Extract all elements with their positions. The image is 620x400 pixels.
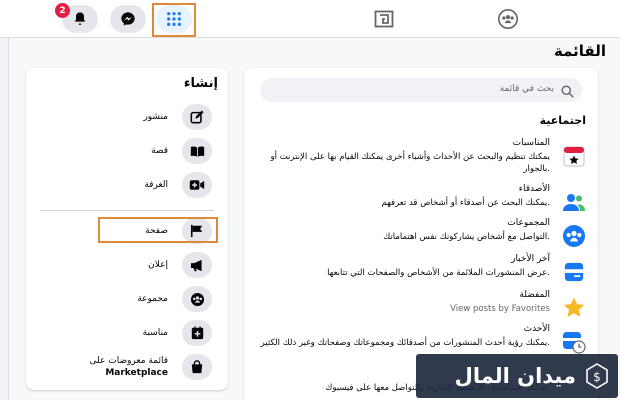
list-item-groups[interactable]: المجموعات التواصل مع أشخاص يشاركونك نفس … (244, 218, 598, 252)
watermark: $ ميدان المال (416, 354, 618, 398)
social-section-title: اجتماعية (539, 114, 586, 127)
friends-icon-wrap (560, 188, 588, 216)
create-title: إنشاء (183, 76, 218, 91)
create-room-label: الغرفة (144, 180, 168, 190)
create-group-icon-wrap (182, 286, 212, 312)
megaphone-icon (190, 259, 202, 271)
create-ad-label: إعلان (148, 260, 168, 270)
messenger-icon (121, 12, 135, 26)
list-item-events[interactable]: المناسبات يمكنك تنظيم والبحث عن الأحداث … (244, 138, 598, 182)
create-story-label: قصة (151, 146, 168, 156)
create-event-icon-wrap (182, 320, 212, 346)
menu-search-input[interactable]: بحث في قائمة (260, 78, 582, 102)
favorites-description: View posts by Favorites (450, 304, 550, 314)
menu-button-highlight (152, 3, 196, 37)
list-item-favorites[interactable]: المفضلة View posts by Favorites (244, 290, 598, 322)
list-item-news-feed[interactable]: آخر الأخبار عرض المنشورات الملائمة من ال… (244, 254, 598, 288)
favorites-title: المفضلة (519, 290, 550, 300)
video-plus-icon (189, 180, 205, 190)
news-feed-description: عرض المنشورات الملائمة من الأشخاص والصفح… (327, 268, 550, 278)
groups-title: المجموعات (507, 218, 550, 228)
create-group-item[interactable]: مجموعة (26, 284, 228, 314)
recent-clock-icon (563, 332, 586, 354)
menu-title: القائمة (554, 42, 606, 60)
create-divider (40, 210, 214, 211)
groups-description: التواصل مع أشخاص يشاركونك نفس اهتماماتك. (383, 232, 550, 242)
create-room-icon-wrap (182, 172, 212, 198)
gaming-icon (374, 10, 394, 28)
create-group-label: مجموعة (137, 294, 168, 304)
friends-title: الأصدقاء (518, 184, 550, 194)
svg-text:$: $ (593, 370, 601, 384)
create-story-item[interactable]: قصة (26, 136, 228, 166)
create-marketplace-label-line2: Marketplace (105, 368, 168, 378)
shopping-bag-icon (191, 360, 203, 374)
events-description: يمكنك تنظيم والبحث عن الأحداث وأشياء أخر… (270, 152, 550, 174)
favorites-icon-wrap (560, 294, 588, 322)
groups-list-icon-wrap (560, 222, 588, 250)
create-room-item[interactable]: الغرفة (26, 170, 228, 200)
news-feed-icon-wrap (560, 258, 588, 286)
events-title: المناسبات (512, 138, 550, 148)
notifications-badge: 2 (55, 3, 70, 18)
create-post-icon-wrap (182, 104, 212, 130)
bell-icon (74, 12, 86, 25)
create-page-highlight (98, 217, 218, 243)
star-icon (563, 297, 585, 317)
events-icon-wrap (560, 142, 588, 170)
create-post-item[interactable]: منشور (26, 102, 228, 132)
create-ad-icon-wrap (182, 252, 212, 278)
recent-icon-wrap (560, 328, 588, 356)
create-story-icon-wrap (182, 138, 212, 164)
create-ad-item[interactable]: إعلان (26, 250, 228, 280)
groups-icon (563, 225, 585, 247)
event-plus-icon (191, 326, 203, 340)
friends-icon (563, 194, 585, 211)
recent-title: الأحدث (523, 324, 550, 334)
create-post-label: منشور (143, 112, 168, 122)
create-marketplace-item[interactable]: قائمة معروضات على Marketplace (26, 352, 228, 382)
search-icon (561, 85, 574, 98)
watermark-logo-icon: $ (586, 363, 608, 389)
recent-description: يمكنك رؤية أحدث المنشورات من أصدقائك ومج… (260, 338, 550, 348)
create-event-item[interactable]: مناسبة (26, 318, 228, 348)
edit-post-icon (190, 110, 204, 124)
news-feed-icon (564, 262, 584, 282)
create-marketplace-label: قائمة معروضات على Marketplace (90, 355, 168, 379)
calendar-icon (563, 146, 585, 167)
create-marketplace-label-line1: قائمة معروضات على (89, 356, 168, 366)
nav-gaming[interactable] (372, 8, 396, 30)
create-marketplace-icon-wrap (182, 354, 212, 380)
friends-description: يمكنك البحث عن أصدقاء أو أشخاص قد تعرفهم… (381, 198, 550, 208)
search-placeholder: بحث في قائمة (499, 84, 554, 94)
watermark-text: ميدان المال (454, 364, 576, 388)
top-bar: 2 (0, 0, 620, 38)
group-icon (190, 292, 204, 306)
create-event-label: مناسبة (142, 328, 168, 338)
search-icon-wrap (561, 83, 574, 102)
messenger-button[interactable] (110, 5, 146, 33)
groups-icon (498, 9, 518, 29)
list-item-friends[interactable]: الأصدقاء يمكنك البحث عن أصدقاء أو أشخاص … (244, 184, 598, 216)
menu-list-card: بحث في قائمة اجتماعية المناسبات يمكنك تن… (244, 68, 598, 400)
book-icon (190, 146, 204, 157)
news-feed-title: آخر الأخبار (511, 254, 550, 264)
nav-groups[interactable] (496, 8, 520, 30)
